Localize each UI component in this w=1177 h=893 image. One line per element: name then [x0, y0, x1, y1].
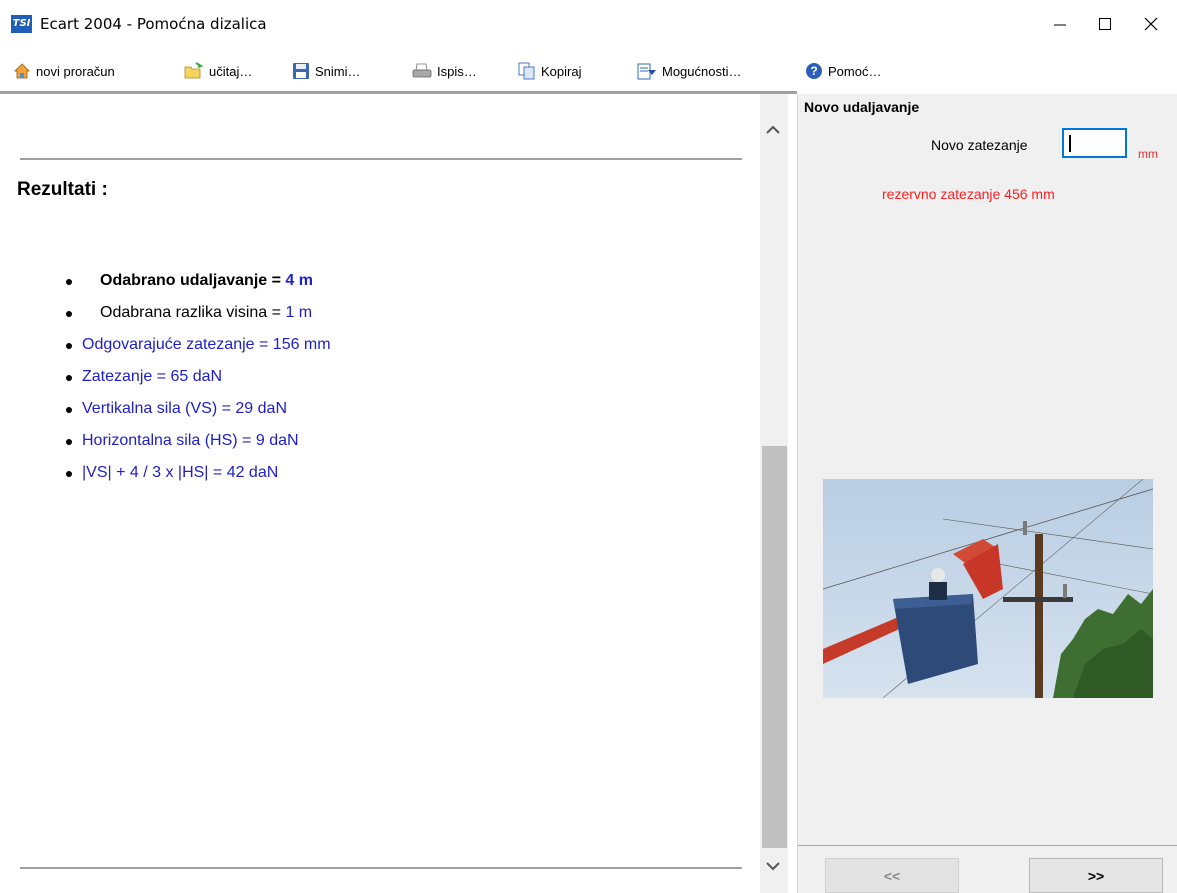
svg-text:?: ?	[810, 64, 817, 78]
copy-icon	[518, 62, 535, 80]
toolbar-new-calculation[interactable]: novi proračun	[13, 61, 115, 81]
window-title: Ecart 2004 - Pomoćna dizalica	[40, 15, 267, 33]
toolbar-label: učitaj…	[209, 63, 253, 79]
next-button[interactable]: >>	[1029, 858, 1163, 893]
options-icon	[637, 63, 656, 80]
list-item: |VS| + 4 / 3 x |HS| = 42 daN	[0, 457, 331, 489]
results-list: Odabrano udaljavanje = 4 m Odabrana razl…	[0, 265, 331, 489]
maximize-icon	[1099, 18, 1111, 30]
reserve-tension-text: rezervno zatezanje 456 mm	[882, 186, 1055, 202]
list-item: Horizontalna sila (HS) = 9 daN	[0, 425, 331, 457]
toolbar-load[interactable]: učitaj…	[184, 61, 252, 81]
toolbar-copy[interactable]: Kopiraj	[518, 61, 581, 81]
toolbar-label: Mogućnosti…	[662, 63, 742, 79]
unit-label: mm	[1138, 147, 1158, 161]
list-item: Zatezanje = 65 daN	[0, 361, 331, 393]
scroll-down-icon[interactable]	[765, 861, 781, 871]
crane-photo-image	[823, 479, 1153, 698]
new-tension-label: Novo zatezanje	[931, 137, 1028, 153]
previous-button[interactable]: <<	[825, 858, 959, 893]
crane-photo	[823, 479, 1153, 698]
list-item: Odabrana razlika visina = 1 m	[0, 297, 331, 329]
toolbar-label: Snimi…	[315, 63, 361, 79]
printer-icon	[412, 63, 432, 78]
divider	[20, 158, 742, 160]
close-icon	[1144, 17, 1158, 31]
help-icon: ?	[806, 63, 822, 79]
right-panel: Novo udaljavanje Novo zatezanje mm rezer…	[797, 94, 1177, 893]
minimize-icon	[1054, 24, 1066, 26]
toolbar-help[interactable]: ? Pomoć…	[805, 61, 881, 81]
toolbar-label: novi proračun	[36, 63, 115, 79]
toolbar-label: Ispis…	[437, 63, 477, 79]
minimize-button[interactable]	[1037, 8, 1083, 40]
new-tension-input[interactable]	[1062, 128, 1127, 158]
list-item: Odgovarajuće zatezanje = 156 mm	[0, 329, 331, 361]
text-caret	[1069, 135, 1071, 152]
maximize-button[interactable]	[1082, 8, 1128, 40]
app-logo-icon: TSI	[11, 15, 32, 33]
list-item: Odabrano udaljavanje = 4 m	[0, 265, 331, 297]
panel-title: Novo udaljavanje	[804, 99, 920, 115]
floppy-disk-icon	[293, 63, 309, 79]
scrollbar-thumb[interactable]	[762, 446, 787, 848]
toolbar-print[interactable]: Ispis…	[412, 61, 477, 81]
scroll-up-icon[interactable]	[765, 125, 781, 135]
panel-divider	[798, 845, 1177, 846]
title-bar: TSI Ecart 2004 - Pomoćna dizalica	[0, 0, 1177, 50]
toolbar-save[interactable]: Snimi…	[292, 61, 361, 81]
results-pane[interactable]	[0, 94, 760, 893]
folder-open-icon	[184, 62, 204, 79]
results-heading: Rezultati :	[17, 179, 108, 200]
close-button[interactable]	[1128, 8, 1174, 40]
toolbar: novi proračun učitaj… Snimi… Ispis… Kopi…	[0, 50, 1177, 92]
divider	[20, 867, 742, 869]
home-icon	[14, 63, 30, 79]
toolbar-label: Pomoć…	[828, 63, 882, 79]
toolbar-label: Kopiraj	[541, 63, 582, 79]
toolbar-options[interactable]: Mogućnosti…	[637, 61, 741, 81]
list-item: Vertikalna sila (VS) = 29 daN	[0, 393, 331, 425]
